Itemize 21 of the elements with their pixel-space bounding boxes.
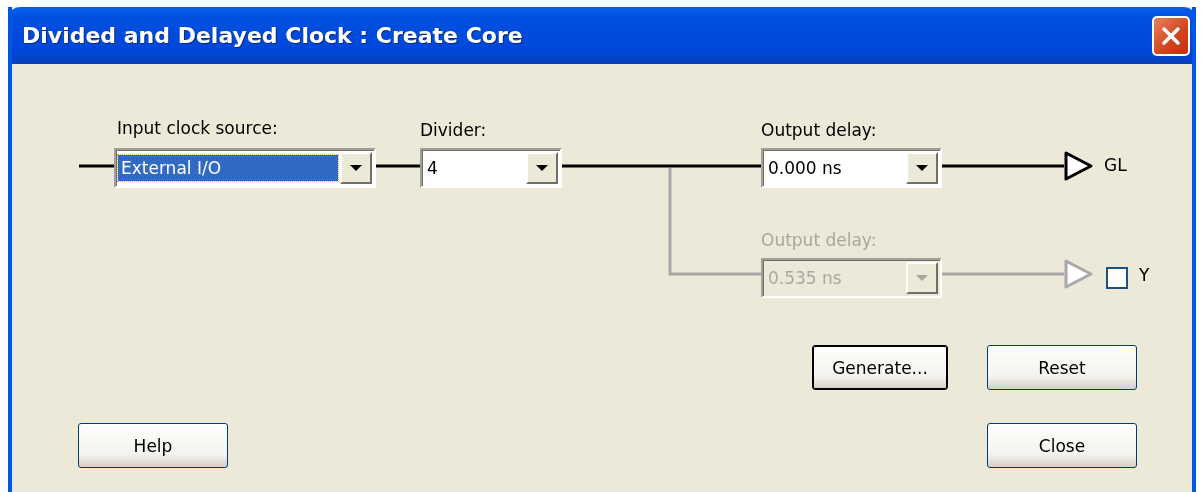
field-label: Divider: <box>420 120 487 140</box>
field-label: Input clock source: <box>117 118 278 138</box>
field-label: Output delay: <box>761 230 877 250</box>
pin-label: GL <box>1104 155 1127 175</box>
field-label: Output delay: <box>761 120 877 140</box>
dropdown-button[interactable] <box>340 152 372 184</box>
dropdown-button[interactable] <box>526 152 558 184</box>
action-button[interactable]: Generate... <box>812 345 948 390</box>
close-icon[interactable] <box>1152 15 1190 56</box>
pin-label: Y <box>1139 265 1150 285</box>
close-button[interactable]: Close <box>987 423 1137 468</box>
action-button[interactable]: Reset <box>987 345 1137 390</box>
divider-dropdown[interactable]: 4 <box>420 148 562 188</box>
help-button[interactable]: Help <box>78 423 228 468</box>
input-source-dropdown[interactable]: External I/O <box>114 148 376 188</box>
window-title: Divided and Delayed Clock : Create Core <box>22 23 523 48</box>
output-delay-dropdown[interactable]: 0.000 ns <box>761 148 942 188</box>
dropdown-button[interactable] <box>906 152 938 184</box>
buffer-icon <box>1064 259 1093 289</box>
wire <box>376 164 420 168</box>
buffer-icon <box>1064 151 1093 181</box>
